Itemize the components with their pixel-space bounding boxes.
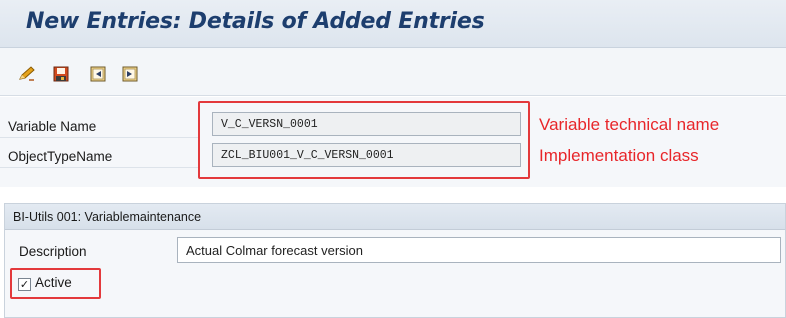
group-header: BI-Utils 001: Variablemaintenance bbox=[5, 204, 785, 230]
variable-name-label: Variable Name bbox=[8, 119, 97, 134]
application-toolbar bbox=[0, 48, 786, 96]
description-label: Description bbox=[19, 244, 87, 259]
edit-icon[interactable] bbox=[18, 65, 36, 83]
page-title: New Entries: Details of Added Entries bbox=[26, 9, 485, 34]
highlight-box-active bbox=[10, 268, 101, 299]
title-bar: New Entries: Details of Added Entries bbox=[0, 0, 786, 48]
previous-entry-icon[interactable] bbox=[89, 65, 107, 83]
next-entry-icon[interactable] bbox=[121, 65, 139, 83]
annotation-variable-technical-name: Variable technical name bbox=[539, 115, 720, 134]
object-type-name-label: ObjectTypeName bbox=[8, 149, 113, 164]
variable-maintenance-group: BI-Utils 001: Variablemaintenance Descri… bbox=[4, 203, 786, 318]
group-title: BI-Utils 001: Variablemaintenance bbox=[13, 210, 202, 224]
annotation-implementation-class: Implementation class bbox=[539, 146, 699, 165]
highlight-box-fields bbox=[198, 101, 530, 179]
description-field[interactable]: Actual Colmar forecast version bbox=[177, 237, 781, 263]
save-icon[interactable] bbox=[52, 65, 70, 83]
